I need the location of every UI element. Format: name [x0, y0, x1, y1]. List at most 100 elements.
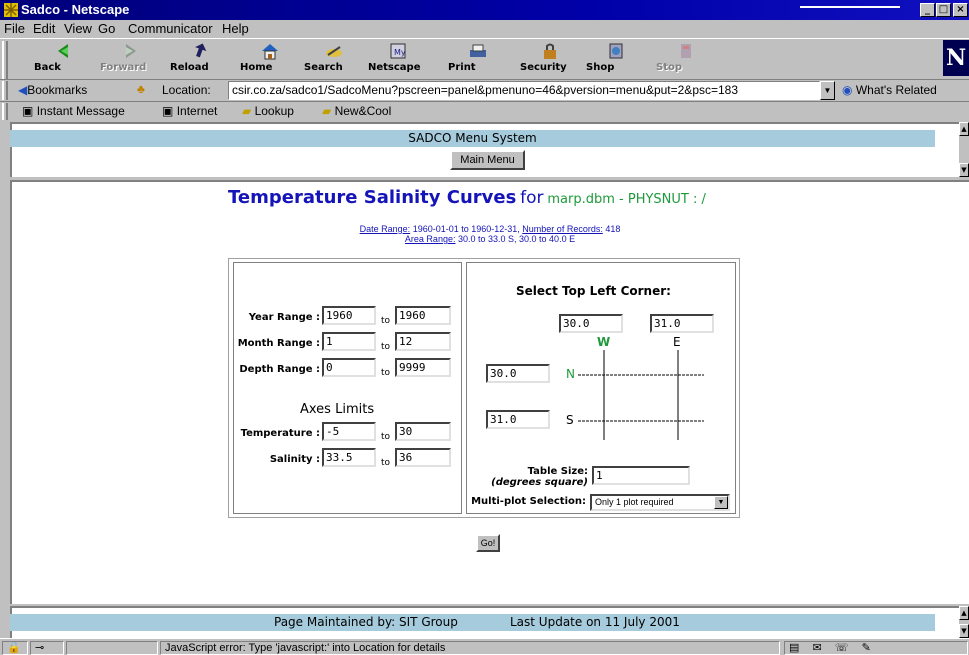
internet-label: Internet	[176, 104, 218, 118]
home-button[interactable]: Home	[240, 41, 300, 79]
maximize-button[interactable]: □	[936, 3, 951, 17]
south-latitude-input[interactable]: 31.0	[486, 410, 550, 429]
menu-edit[interactable]: Edit	[33, 21, 55, 36]
forward-label: Forward	[100, 62, 147, 73]
minimize-button[interactable]: _	[920, 3, 935, 17]
home-label: Home	[240, 62, 273, 73]
area-range-link[interactable]: Area Range:	[405, 234, 456, 244]
new-cool-folder[interactable]: ▰ New&Cool	[322, 104, 391, 118]
to-label: to	[381, 316, 391, 326]
depth-to-input[interactable]: 9999	[395, 358, 451, 377]
scroll-up-icon[interactable]: ▲	[959, 122, 969, 136]
bookmarks-button[interactable]: ◀Bookmarks	[18, 83, 87, 97]
search-button[interactable]: Search	[304, 41, 364, 79]
east-longitude-input[interactable]: 31.0	[650, 314, 714, 333]
netscape-logo[interactable]: N	[943, 40, 969, 76]
month-to-input[interactable]: 12	[395, 332, 451, 351]
last-update-text: Last Update on 11 July 2001	[510, 615, 680, 629]
shop-button[interactable]: Shop	[586, 41, 646, 79]
depth-from-input[interactable]: 0	[322, 358, 376, 377]
records-value: 418	[605, 224, 621, 234]
back-button[interactable]: Back	[34, 41, 94, 79]
scroll-up-icon[interactable]: ▲	[959, 606, 969, 620]
progress-bar	[66, 641, 158, 655]
multiplot-label: Multi-plot Selection:	[471, 496, 586, 507]
corner-grid-diagram	[578, 350, 704, 440]
salinity-to-input[interactable]: 36	[395, 448, 451, 467]
footer-scrollbar[interactable]: ▲ ▼	[959, 606, 969, 638]
print-button[interactable]: Print	[448, 41, 508, 79]
component-bar: ▤ ✉ ☏ ✎	[784, 641, 968, 655]
shop-icon	[609, 43, 623, 59]
year-to-input[interactable]: 1960	[395, 306, 451, 325]
year-range-label: Year Range :	[248, 312, 320, 323]
table-size-unit-label: (degrees square)	[491, 477, 588, 488]
menu-frame-scrollbar[interactable]: ▲ ▼	[959, 122, 969, 177]
location-grip[interactable]	[2, 81, 8, 100]
forward-button[interactable]: Forward	[100, 41, 160, 79]
west-longitude-input[interactable]: 30.0	[559, 314, 623, 333]
instant-message-link[interactable]: ▣ Instant Message	[22, 104, 125, 118]
menu-system-title: SADCO Menu System	[10, 130, 935, 147]
menu-go[interactable]: Go	[98, 21, 115, 36]
menu-view[interactable]: View	[64, 21, 92, 36]
lookup-folder[interactable]: ▰ Lookup	[242, 104, 294, 118]
main-menu-button[interactable]: Main Menu	[450, 150, 525, 170]
bookmark-page-icon: ▣	[162, 104, 174, 118]
location-url-input[interactable]: csir.co.za/sadco1/SadcoMenu?pscreen=pane…	[228, 81, 820, 100]
date-range-link[interactable]: Date Range:	[360, 224, 411, 234]
netscape-app-icon	[4, 3, 18, 17]
menu-help[interactable]: Help	[222, 21, 249, 36]
reload-icon	[195, 43, 207, 58]
heading-title: Temperature Salinity Curves	[228, 187, 517, 208]
north-latitude-input[interactable]: 30.0	[486, 364, 550, 383]
discussion-icon[interactable]: ☏	[835, 642, 849, 654]
date-range-value: 1960-01-01 to 1960-12-31,	[412, 224, 520, 234]
status-bar: 🔓 ⊸ JavaScript error: Type 'javascript:'…	[0, 638, 969, 655]
search-icon	[326, 46, 342, 57]
range-panel	[233, 262, 462, 514]
navigator-icon[interactable]: ▤	[789, 642, 799, 654]
records-link[interactable]: Number of Records:	[522, 224, 603, 234]
personal-grip[interactable]	[2, 103, 8, 120]
internet-link[interactable]: ▣ Internet	[162, 104, 217, 118]
footer-bar: Page Maintained by: SIT Group Last Updat…	[10, 614, 935, 631]
stop-icon	[681, 44, 691, 58]
menu-file[interactable]: File	[4, 21, 25, 36]
table-size-input[interactable]: 1	[592, 466, 690, 485]
go-button[interactable]: Go!	[476, 534, 500, 552]
mail-icon[interactable]: ✉	[812, 642, 821, 654]
salinity-from-input[interactable]: 33.5	[322, 448, 376, 467]
stop-button[interactable]: Stop	[656, 41, 716, 79]
bookmarks-label: Bookmarks	[27, 83, 88, 97]
page-proxy-icon[interactable]: ♣	[137, 82, 145, 96]
close-button[interactable]: ×	[953, 3, 968, 17]
temperature-from-input[interactable]: -5	[322, 422, 376, 441]
page-heading: Temperature Salinity Curves for marp.dbm…	[228, 187, 828, 208]
to-label: to	[381, 368, 391, 378]
print-icon	[470, 44, 486, 57]
whats-related-button[interactable]: ◉ What's Related	[842, 83, 937, 97]
toolbar-grip[interactable]	[2, 41, 8, 79]
location-dropdown-button[interactable]: ▼	[820, 81, 835, 100]
composer-icon[interactable]: ✎	[862, 642, 871, 654]
security-button[interactable]: Security	[520, 41, 580, 79]
temperature-to-input[interactable]: 30	[395, 422, 451, 441]
month-from-input[interactable]: 1	[322, 332, 376, 351]
reload-button[interactable]: Reload	[170, 41, 230, 79]
depth-range-label: Depth Range :	[239, 364, 320, 375]
scroll-down-icon[interactable]: ▼	[959, 163, 969, 177]
multiplot-select[interactable]: Only 1 plot required ▼	[590, 494, 730, 511]
back-label: Back	[34, 62, 61, 73]
chevron-down-icon[interactable]: ▼	[714, 496, 728, 509]
corner-title: Select Top Left Corner:	[516, 284, 671, 298]
netscape-label: Netscape	[368, 62, 421, 73]
year-from-input[interactable]: 1960	[322, 306, 376, 325]
menu-bar: File Edit View Go Communicator Help	[0, 20, 969, 38]
security-status-icon[interactable]: 🔓	[2, 641, 28, 655]
netscape-button[interactable]: My Netscape	[368, 41, 428, 79]
lock-icon	[544, 43, 556, 59]
scroll-down-icon[interactable]: ▼	[959, 624, 969, 638]
maintained-by-text: Page Maintained by: SIT Group	[274, 615, 458, 629]
menu-communicator[interactable]: Communicator	[128, 21, 213, 36]
